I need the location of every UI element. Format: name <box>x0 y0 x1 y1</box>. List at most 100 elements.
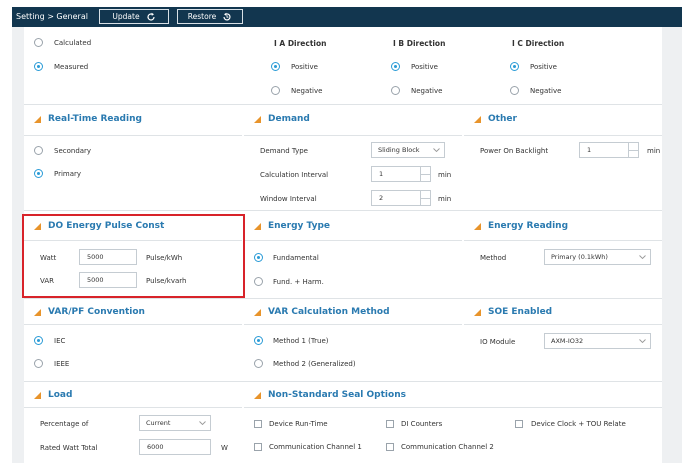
ia-positive-label: Positive <box>291 63 318 71</box>
title-divider <box>244 324 462 325</box>
device-clock-tou-checkbox[interactable] <box>515 420 523 428</box>
ic-negative-radio[interactable] <box>510 86 519 95</box>
soe-enabled-title: SOE Enabled <box>474 307 552 317</box>
ic-positive-radio[interactable] <box>510 62 519 71</box>
device-run-time-label: Device Run-Time <box>269 420 328 428</box>
method-label: Method <box>480 254 507 262</box>
demand-panel: Demand Demand Type Sliding Block Calcula… <box>244 107 462 210</box>
realtime-reading-title: Real-Time Reading <box>34 114 142 124</box>
ieee-label: IEEE <box>54 360 70 368</box>
realtime-reading-panel: Real-Time Reading Secondary Primary <box>24 107 242 210</box>
window-interval-stepper[interactable] <box>421 190 431 206</box>
chevron-down-icon <box>639 255 646 260</box>
load-title: Load <box>34 390 72 400</box>
source-panel: Calculated Measured <box>24 27 242 104</box>
rated-watt-total-input[interactable]: 6000 <box>139 439 211 455</box>
section-marker-icon <box>34 391 41 399</box>
power-on-backlight-label: Power On Backlight <box>480 147 549 155</box>
fundamental-label: Fundamental <box>273 254 319 262</box>
calculation-interval-stepper[interactable] <box>421 166 431 182</box>
method2-radio[interactable] <box>254 359 263 368</box>
method2-label: Method 2 (Generalized) <box>273 360 356 368</box>
method1-radio[interactable] <box>254 336 263 345</box>
refresh-icon <box>147 12 155 21</box>
ib-negative-radio[interactable] <box>391 86 400 95</box>
var-calculation-method-panel: VAR Calculation Method Method 1 (True) M… <box>244 300 462 381</box>
top-toolbar: Setting > General Update Restore <box>12 7 682 27</box>
breadcrumb: Setting > General <box>16 12 88 21</box>
di-counters-label: DI Counters <box>401 420 443 428</box>
calculation-interval-unit: min <box>438 171 452 179</box>
section-marker-icon <box>474 115 481 123</box>
section-marker-icon <box>474 308 481 316</box>
row-divider <box>24 210 662 211</box>
update-button[interactable]: Update <box>99 9 169 24</box>
section-marker-icon <box>474 222 481 230</box>
ic-positive-label: Positive <box>530 63 557 71</box>
title-divider <box>464 324 662 325</box>
calculation-interval-input[interactable]: 1 <box>371 166 421 182</box>
percentage-of-select[interactable]: Current <box>139 415 211 431</box>
window-interval-input[interactable]: 2 <box>371 190 421 206</box>
restore-button[interactable]: Restore <box>177 9 243 24</box>
title-divider <box>464 135 662 136</box>
other-panel: Other Power On Backlight 1 min <box>464 107 662 210</box>
section-marker-icon <box>254 222 261 230</box>
section-marker-icon <box>34 308 41 316</box>
right-scroll-gutter <box>662 27 682 463</box>
title-divider <box>244 240 462 241</box>
power-on-backlight-stepper[interactable] <box>629 142 639 158</box>
ia-direction-header: I A Direction <box>274 39 327 48</box>
demand-type-value: Sliding Block <box>378 146 420 154</box>
window-interval-label: Window Interval <box>260 195 317 203</box>
var-pf-convention-panel: VAR/PF Convention IEC IEEE <box>24 300 242 381</box>
energy-reading-method-value: Primary (0.1kWh) <box>551 253 608 261</box>
fund-harm-radio[interactable] <box>254 277 263 286</box>
io-module-label: IO Module <box>480 338 516 346</box>
fundamental-radio[interactable] <box>254 253 263 262</box>
energy-reading-panel: Energy Reading Method Primary (0.1kWh) <box>464 214 662 298</box>
io-module-select[interactable]: AXM-IO32 <box>544 333 651 349</box>
title-divider <box>24 324 242 325</box>
secondary-radio[interactable] <box>34 146 43 155</box>
chevron-down-icon <box>433 148 440 153</box>
measured-radio[interactable] <box>34 62 43 71</box>
row-divider <box>24 298 662 299</box>
ib-positive-radio[interactable] <box>391 62 400 71</box>
ib-negative-label: Negative <box>411 87 443 95</box>
energy-reading-title: Energy Reading <box>474 221 568 231</box>
power-on-backlight-unit: min <box>647 147 661 155</box>
communication-channel-2-checkbox[interactable] <box>386 443 394 451</box>
update-button-label: Update <box>112 12 140 21</box>
row-divider <box>24 381 662 382</box>
section-marker-icon <box>254 308 261 316</box>
fund-harm-label: Fund. + Harm. <box>273 278 324 286</box>
di-counters-checkbox[interactable] <box>386 420 394 428</box>
title-divider <box>244 407 662 408</box>
primary-radio[interactable] <box>34 169 43 178</box>
energy-type-panel: Energy Type Fundamental Fund. + Harm. <box>244 214 462 298</box>
seal-options-panel: Non-Standard Seal Options Device Run-Tim… <box>244 383 662 463</box>
restore-button-label: Restore <box>187 12 217 21</box>
power-on-backlight-input[interactable]: 1 <box>579 142 629 158</box>
soe-enabled-panel: SOE Enabled IO Module AXM-IO32 <box>464 300 662 381</box>
device-run-time-checkbox[interactable] <box>254 420 262 428</box>
ieee-radio[interactable] <box>34 359 43 368</box>
iec-radio[interactable] <box>34 336 43 345</box>
secondary-label: Secondary <box>54 147 92 155</box>
section-marker-icon <box>254 115 261 123</box>
rated-watt-total-unit: W <box>221 444 228 452</box>
rated-watt-total-label: Rated Watt Total <box>40 444 98 452</box>
window-interval-unit: min <box>438 195 452 203</box>
demand-type-select[interactable]: Sliding Block <box>371 142 445 158</box>
calculated-label: Calculated <box>54 39 92 47</box>
energy-reading-method-select[interactable]: Primary (0.1kWh) <box>544 249 651 265</box>
calculated-radio[interactable] <box>34 38 43 47</box>
communication-channel-1-label: Communication Channel 1 <box>269 443 362 451</box>
ia-positive-radio[interactable] <box>271 62 280 71</box>
communication-channel-1-checkbox[interactable] <box>254 443 262 451</box>
title-divider <box>464 240 662 241</box>
title-divider <box>244 135 462 136</box>
ia-negative-radio[interactable] <box>271 86 280 95</box>
primary-label: Primary <box>54 170 82 178</box>
